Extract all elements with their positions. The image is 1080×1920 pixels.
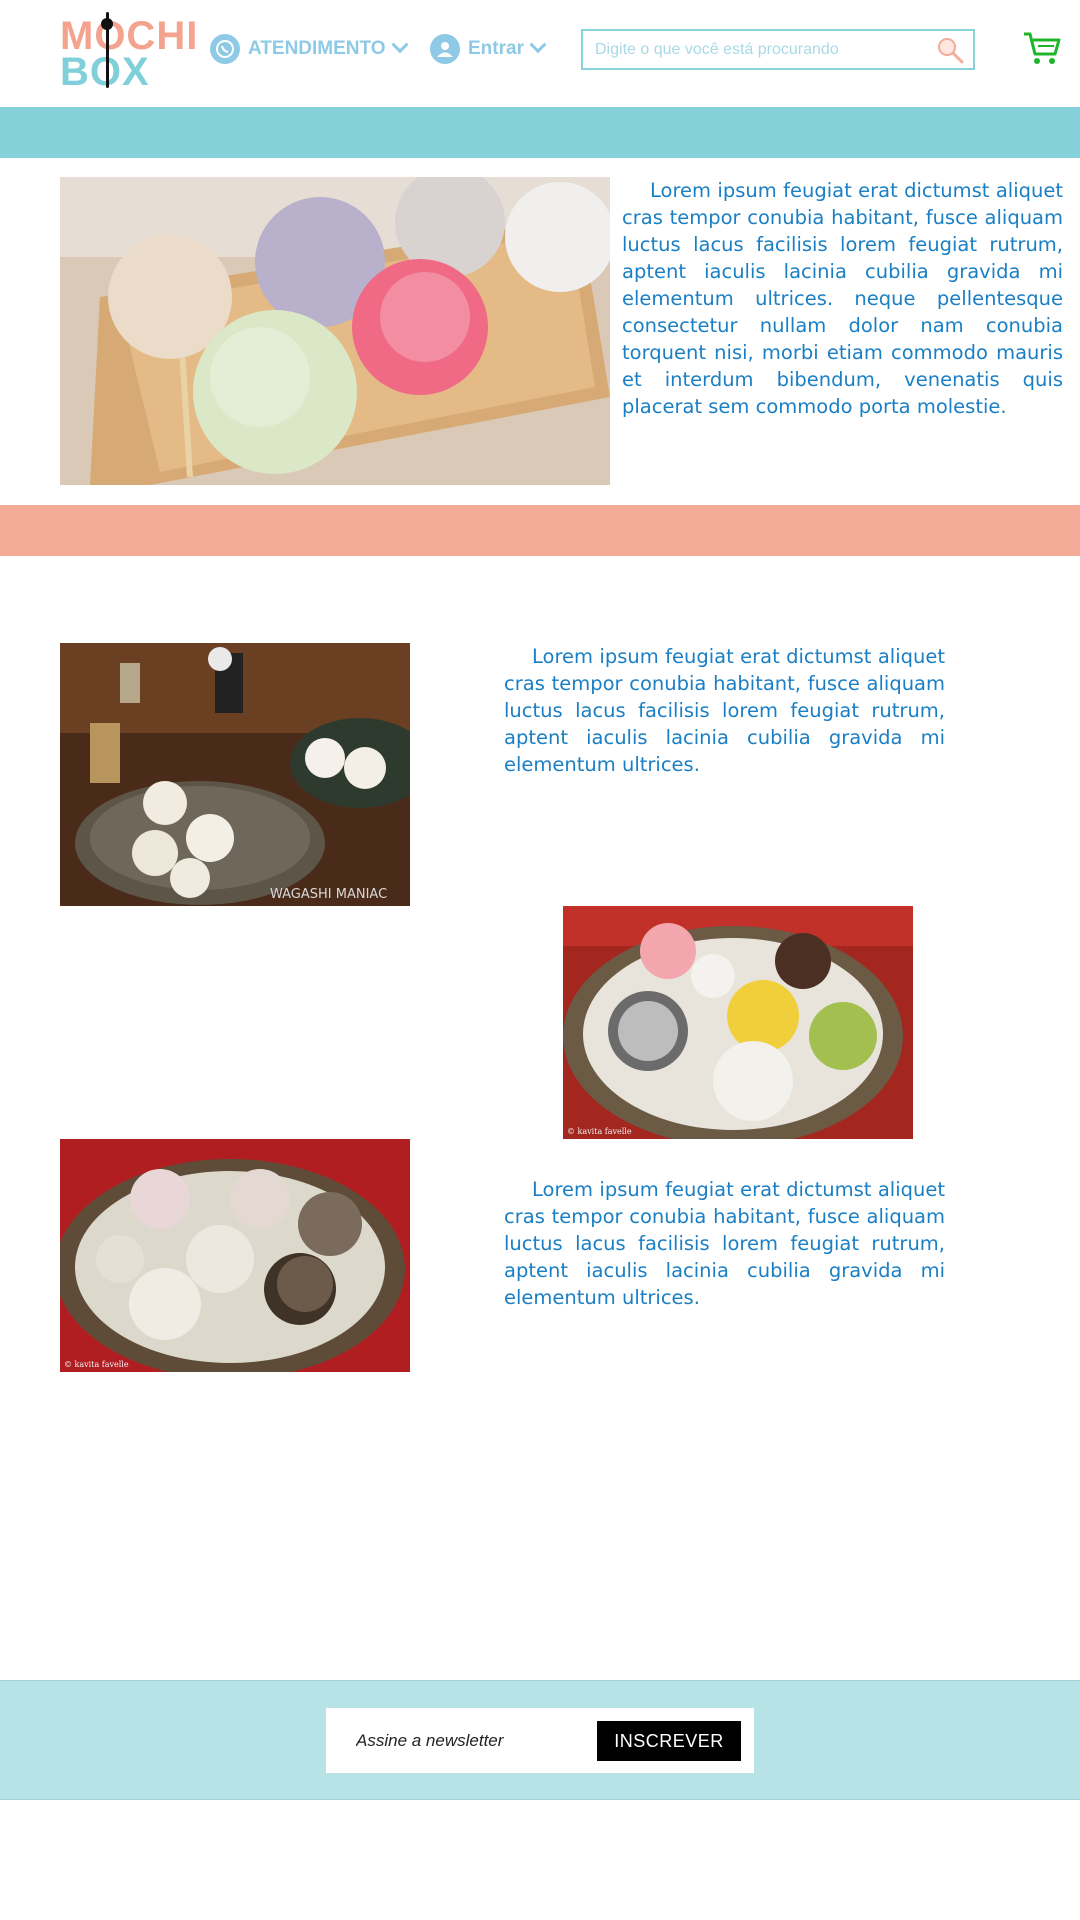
item1-paragraph: Lorem ipsum feugiat erat dictumst alique…: [504, 645, 945, 776]
salmon-banner: [0, 505, 1080, 556]
intro-paragraph: Lorem ipsum feugiat erat dictumst alique…: [622, 179, 1063, 418]
mochi-sesame-plate-photo: © kavita favelle: [60, 1139, 410, 1372]
search-input[interactable]: [595, 37, 915, 63]
photo3-watermark: © kavita favelle: [64, 1360, 129, 1369]
newsletter-form: INSCREVER: [326, 1708, 754, 1773]
user-icon: [430, 34, 460, 64]
nav-atendimento[interactable]: ATENDIMENTO: [210, 32, 409, 66]
search-icon[interactable]: [935, 35, 965, 65]
logo-dot-icon: [101, 18, 113, 30]
chevron-down-icon: [529, 36, 547, 54]
nav-entrar-label: Entrar: [468, 38, 524, 59]
newsletter-section: INSCREVER: [0, 1680, 1080, 1800]
mochi-tray-photo: [60, 177, 610, 485]
newsletter-email-input[interactable]: [356, 1728, 586, 1754]
mochi-colored-plate-photo: © kavita favelle: [563, 906, 913, 1139]
nav-entrar[interactable]: Entrar: [430, 32, 547, 66]
search-box: [581, 29, 975, 70]
site-header: MOCHI BOX ATENDIMENTO Entrar: [0, 0, 1080, 106]
nav-atendimento-label: ATENDIMENTO: [248, 38, 386, 59]
teal-banner: [0, 107, 1080, 158]
mochi-box-logo[interactable]: MOCHI BOX: [60, 12, 197, 92]
logo-line2: BOX: [60, 50, 150, 94]
photo2-watermark: © kavita favelle: [567, 1127, 632, 1136]
mochi-plates-photo: WAGASHI MANIAC: [60, 643, 410, 906]
item2-paragraph: Lorem ipsum feugiat erat dictumst alique…: [504, 1178, 945, 1309]
subscribe-button[interactable]: INSCREVER: [597, 1721, 741, 1761]
cart-icon[interactable]: [1022, 28, 1062, 68]
photo1-watermark: WAGASHI MANIAC: [270, 887, 387, 902]
whatsapp-icon: [210, 34, 240, 64]
chevron-down-icon: [391, 36, 409, 54]
